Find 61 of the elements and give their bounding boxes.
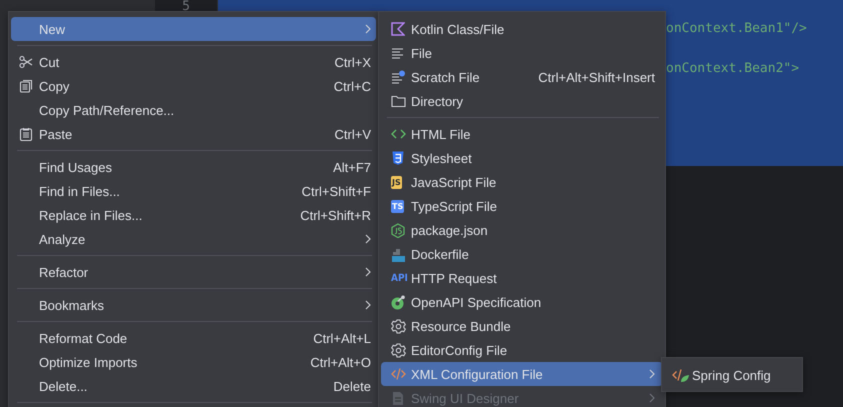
menu-item[interactable]: Delete... Delete bbox=[11, 374, 376, 398]
js-badge-icon: JS bbox=[391, 176, 402, 188]
openapi-icon bbox=[391, 294, 406, 310]
menu-item[interactable]: Cut Ctrl+X bbox=[11, 50, 376, 74]
kotlin-icon bbox=[391, 22, 405, 36]
menu-item[interactable]: API HTTP Request bbox=[381, 266, 663, 290]
code-line: onContext.Bean1"/> bbox=[666, 20, 808, 38]
code-slash-icon bbox=[391, 367, 406, 381]
menu-item[interactable]: OpenAPI Specification bbox=[381, 290, 663, 314]
stylesheet-icon bbox=[391, 151, 405, 165]
menu-item[interactable]: Stylesheet bbox=[381, 146, 663, 170]
menu-item[interactable]: Reformat Code Ctrl+Alt+L bbox=[11, 326, 376, 350]
hexagon-icon bbox=[391, 222, 405, 238]
menu-item[interactable]: XML Configuration File bbox=[381, 362, 663, 386]
clipboard-icon bbox=[19, 127, 33, 141]
shortcut-text: Delete bbox=[333, 378, 371, 394]
line-number: 5 bbox=[181, 0, 191, 14]
gear-icon bbox=[391, 318, 406, 334]
folder-icon bbox=[391, 94, 406, 108]
menu-item[interactable]: Copy Path/Reference... bbox=[11, 98, 376, 122]
menu-item[interactable]: TS TypeScript File bbox=[381, 194, 663, 218]
menu-item[interactable]: New bbox=[11, 17, 376, 41]
gear-icon bbox=[391, 342, 406, 358]
menu-item[interactable]: Optimize Imports Ctrl+Alt+O bbox=[11, 350, 376, 374]
shortcut-text: Ctrl+X bbox=[334, 54, 371, 70]
shortcut-text: Ctrl+Shift+R bbox=[300, 208, 371, 222]
menu-item[interactable]: JS JavaScript File bbox=[381, 170, 663, 194]
copy-icon bbox=[19, 79, 33, 93]
menu-item[interactable]: EditorConfig File bbox=[381, 338, 663, 362]
shortcut-text: Ctrl+Shift+F bbox=[302, 184, 371, 198]
menu-item[interactable]: package.json bbox=[381, 218, 663, 242]
shortcut-text: Alt+F7 bbox=[333, 160, 371, 174]
shortcut-text: Ctrl+Alt+O bbox=[310, 354, 371, 370]
menu-item[interactable]: Refactor bbox=[11, 260, 376, 284]
scissors-icon bbox=[19, 55, 33, 69]
menu-item[interactable]: Copy Ctrl+C bbox=[11, 74, 376, 98]
shortcut-text: Ctrl+C bbox=[334, 78, 371, 94]
api-badge-icon: API bbox=[391, 272, 408, 284]
spring-config-icon bbox=[672, 368, 690, 382]
menu-item[interactable]: Find Usages Alt+F7 bbox=[11, 155, 376, 179]
shortcut-text: Ctrl+Alt+Shift+Insert bbox=[538, 70, 655, 84]
menu-item[interactable]: Analyze bbox=[11, 227, 376, 251]
ts-badge-icon: TS bbox=[391, 200, 404, 212]
menu-item[interactable]: Resource Bundle bbox=[381, 314, 663, 338]
scratch-file-icon bbox=[391, 70, 405, 84]
menu-item[interactable]: Kotlin Class/File bbox=[381, 17, 663, 41]
menu-item[interactable]: Replace in Files... Ctrl+Shift+R bbox=[11, 203, 376, 227]
menu-item[interactable]: Bookmarks bbox=[11, 293, 376, 317]
menu-item[interactable]: Paste Ctrl+V bbox=[11, 122, 376, 146]
menu-item[interactable]: File bbox=[381, 41, 663, 65]
docker-icon bbox=[391, 246, 406, 262]
menu-item[interactable]: Dockerfile bbox=[381, 242, 663, 266]
menu-item[interactable]: Scratch File Ctrl+Alt+Shift+Insert bbox=[381, 65, 663, 89]
shortcut-text: Ctrl+V bbox=[334, 126, 371, 142]
text-lines-icon bbox=[391, 46, 405, 60]
menu-item[interactable]: Directory bbox=[381, 89, 663, 113]
menu-item[interactable]: HTML File bbox=[381, 122, 663, 146]
code-line: onContext.Bean2"> bbox=[666, 60, 800, 78]
shortcut-text: Ctrl+Alt+L bbox=[313, 330, 371, 346]
menu-item[interactable]: Find in Files... Ctrl+Shift+F bbox=[11, 179, 376, 203]
code-brackets-icon bbox=[391, 127, 406, 141]
